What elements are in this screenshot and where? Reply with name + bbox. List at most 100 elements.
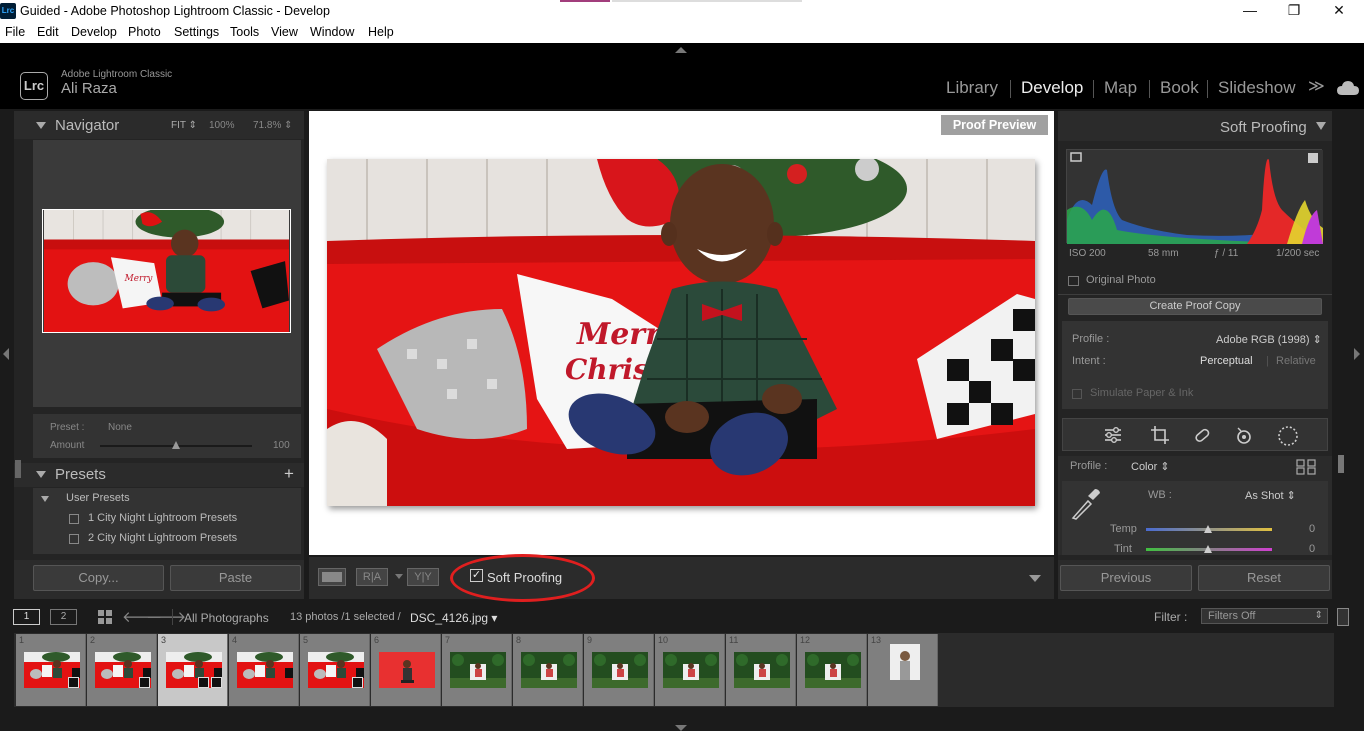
- filmstrip-thumb[interactable]: 13: [868, 634, 938, 706]
- histogram-aperture: ƒ / 11: [1214, 248, 1239, 259]
- reset-button[interactable]: Reset: [1198, 565, 1330, 591]
- collapse-triangle-icon[interactable]: [36, 122, 46, 129]
- forward-arrow-icon[interactable]: 🡒: [146, 607, 186, 626]
- menu-help[interactable]: Help: [368, 25, 394, 39]
- tint-slider-thumb[interactable]: [1204, 545, 1212, 553]
- menu-file[interactable]: File: [5, 25, 25, 39]
- collapse-triangle-icon[interactable]: [36, 471, 46, 478]
- menu-edit[interactable]: Edit: [37, 25, 59, 39]
- filmstrip-thumb[interactable]: 9: [584, 634, 654, 706]
- before-after-tb-button[interactable]: Y|Y: [407, 568, 439, 586]
- left-scrollbar[interactable]: [15, 460, 21, 478]
- menu-settings[interactable]: Settings: [174, 25, 219, 39]
- zoom-custom[interactable]: 71.8% ⇕: [253, 120, 293, 131]
- selected-filename[interactable]: DSC_4126.jpg ▾: [410, 611, 497, 625]
- previous-button[interactable]: Previous: [1060, 565, 1192, 591]
- preset-group-user[interactable]: User Presets: [66, 492, 130, 504]
- profile-browser-icon[interactable]: [1296, 459, 1316, 475]
- divider: [172, 609, 173, 625]
- menu-window[interactable]: Window: [310, 25, 354, 39]
- navigator-thumbnail[interactable]: Merry: [42, 209, 291, 333]
- loupe-view-button[interactable]: [318, 568, 346, 586]
- maximize-icon[interactable]: ❐: [1284, 2, 1304, 20]
- minimize-icon[interactable]: —: [1240, 2, 1260, 20]
- simulate-checkbox[interactable]: [1072, 389, 1082, 399]
- wb-eyedropper-icon[interactable]: [1070, 487, 1102, 521]
- module-book[interactable]: Book: [1160, 78, 1199, 98]
- primary-window-button[interactable]: 1: [13, 609, 40, 625]
- right-panel-toggle-icon[interactable]: [1354, 348, 1360, 360]
- top-panel-toggle-icon[interactable]: [675, 47, 687, 53]
- soft-proofing-header[interactable]: Soft Proofing: [1058, 111, 1332, 141]
- before-after-lr-button[interactable]: R|A: [356, 568, 388, 586]
- navigator-preview[interactable]: Merry: [33, 140, 301, 407]
- menu-bar: File Edit Develop Photo Settings Tools V…: [0, 23, 1364, 43]
- group-triangle-icon[interactable]: [41, 496, 49, 502]
- proof-profile-select[interactable]: Adobe RGB (1998) ⇕: [1216, 333, 1322, 346]
- crop-icon[interactable]: [1150, 425, 1170, 445]
- grid-view-icon[interactable]: [97, 609, 113, 625]
- module-develop[interactable]: Develop: [1021, 78, 1083, 98]
- menu-photo[interactable]: Photo: [128, 25, 161, 39]
- main-photo[interactable]: Merry Christ: [327, 159, 1035, 506]
- menu-view[interactable]: View: [271, 25, 298, 39]
- filmstrip-thumb[interactable]: 12: [797, 634, 867, 706]
- filmstrip-thumb[interactable]: 1: [16, 634, 86, 706]
- histogram-graph: [1067, 150, 1323, 244]
- app-name: Adobe Lightroom Classic: [61, 69, 173, 80]
- filter-select[interactable]: Filters Off ⇕: [1201, 608, 1328, 624]
- red-eye-icon[interactable]: [1234, 425, 1254, 445]
- collapse-triangle-icon[interactable]: [1316, 122, 1326, 130]
- module-slideshow[interactable]: Slideshow: [1218, 78, 1296, 98]
- masking-icon[interactable]: [1277, 425, 1299, 447]
- intent-perceptual[interactable]: Perceptual: [1200, 355, 1253, 367]
- image-canvas[interactable]: Proof Preview Merry Christ: [309, 111, 1054, 555]
- right-scrollbar[interactable]: [1338, 455, 1344, 473]
- source-label[interactable]: All Photographs: [184, 611, 269, 625]
- wb-label: WB :: [1148, 489, 1172, 501]
- close-icon[interactable]: ✕: [1329, 2, 1349, 20]
- create-proof-copy-button[interactable]: Create Proof Copy: [1068, 298, 1322, 315]
- presets-header[interactable]: Presets +: [14, 463, 304, 487]
- cloud-icon[interactable]: [1336, 80, 1360, 96]
- filmstrip-thumb[interactable]: 2: [87, 634, 157, 706]
- toolbar-menu-icon[interactable]: [1029, 575, 1041, 582]
- more-modules-icon[interactable]: ≫: [1308, 76, 1325, 96]
- zoom-fit[interactable]: FIT ⇕: [171, 120, 197, 131]
- zoom-100[interactable]: 100%: [209, 120, 235, 131]
- dropdown-arrow-icon[interactable]: [395, 574, 403, 579]
- healing-icon[interactable]: [1192, 425, 1212, 445]
- bottom-panel-toggle-icon[interactable]: [675, 725, 687, 731]
- module-library[interactable]: Library: [946, 78, 998, 98]
- temp-slider-thumb[interactable]: [1204, 525, 1212, 533]
- filmstrip-thumb[interactable]: 5: [300, 634, 370, 706]
- intent-relative[interactable]: Relative: [1276, 355, 1316, 367]
- preset-icon: [69, 534, 79, 544]
- filmstrip-thumb[interactable]: 7: [442, 634, 512, 706]
- copy-button[interactable]: Copy...: [33, 565, 164, 591]
- filmstrip-thumb[interactable]: 11: [726, 634, 796, 706]
- original-photo-checkbox[interactable]: [1068, 276, 1079, 286]
- center-toolbar: R|A Y|Y ✓ Soft Proofing: [309, 554, 1054, 602]
- preset-item[interactable]: 2 City Night Lightroom Presets: [88, 532, 237, 544]
- module-map[interactable]: Map: [1104, 78, 1137, 98]
- basic-profile-select[interactable]: Color ⇕: [1131, 460, 1170, 473]
- preset-item[interactable]: 1 City Night Lightroom Presets: [88, 512, 237, 524]
- secondary-window-button[interactable]: 2: [50, 609, 77, 625]
- navigator-header[interactable]: Navigator FIT ⇕ 100% 71.8% ⇕: [14, 111, 304, 139]
- histogram[interactable]: [1066, 149, 1323, 244]
- filmstrip-thumb[interactable]: 10: [655, 634, 725, 706]
- sliders-icon[interactable]: [1103, 426, 1123, 444]
- filmstrip-thumb[interactable]: 6: [371, 634, 441, 706]
- paste-button[interactable]: Paste: [170, 565, 301, 591]
- left-panel-toggle-icon[interactable]: [3, 348, 9, 360]
- filmstrip-thumb[interactable]: 3: [158, 634, 228, 706]
- add-preset-icon[interactable]: +: [284, 464, 294, 484]
- menu-develop[interactable]: Develop: [71, 25, 117, 39]
- filmstrip-thumb[interactable]: 4: [229, 634, 299, 706]
- amount-slider-thumb[interactable]: [172, 441, 180, 449]
- wb-select[interactable]: As Shot ⇕: [1245, 489, 1296, 502]
- filmstrip-thumb[interactable]: 8: [513, 634, 583, 706]
- filmstrip-lock-icon[interactable]: [1337, 608, 1349, 626]
- menu-tools[interactable]: Tools: [230, 25, 259, 39]
